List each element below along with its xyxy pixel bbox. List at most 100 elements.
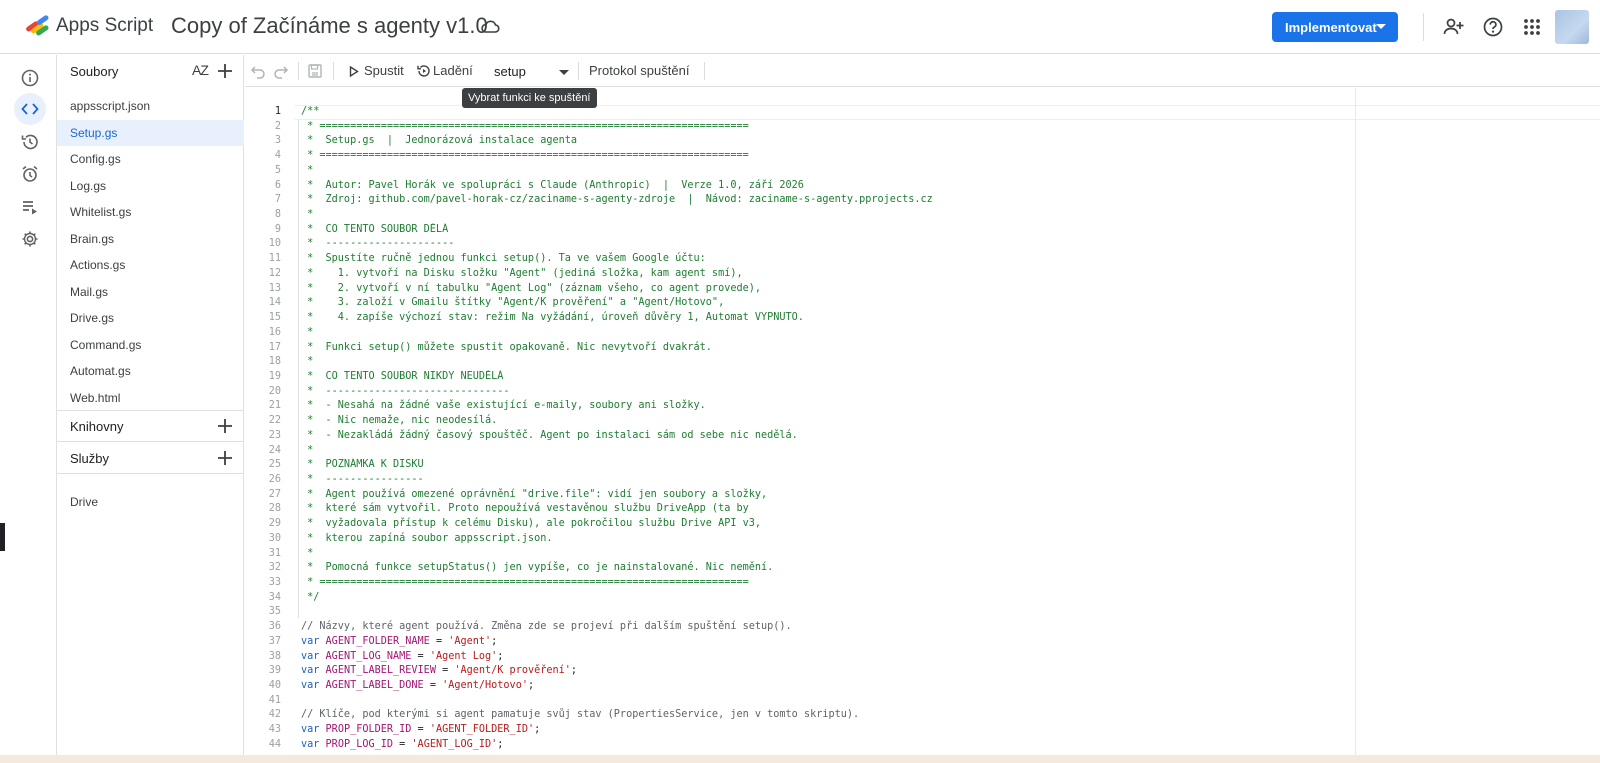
undo-icon[interactable] — [250, 63, 266, 79]
rail-triggers[interactable] — [14, 158, 46, 190]
code-line[interactable]: * CO TENTO SOUBOR NIKDY NEUDĚLÁ — [301, 370, 1581, 385]
file-item[interactable]: Brain.gs — [57, 226, 244, 253]
code-token: * Setup.gs | Jednorázová instalace agent… — [301, 135, 578, 147]
rail-versions[interactable] — [14, 126, 46, 158]
code-line[interactable]: * — [301, 326, 1581, 341]
code-line[interactable]: * Pomocná funkce setupStatus() jen vypíš… — [301, 561, 1581, 576]
code-line[interactable]: // Klíče, pod kterými si agent pamatuje … — [301, 708, 1581, 723]
project-title[interactable]: Copy of Začínáme s agenty v1.0 — [171, 13, 488, 39]
top-bar: Apps Script Copy of Začínáme s agenty v1… — [0, 0, 1600, 54]
code-line[interactable]: * ======================================… — [301, 576, 1581, 591]
code-line[interactable]: * — [301, 444, 1581, 459]
code-line[interactable]: * vyžadovala přístup k celému Disku), al… — [301, 517, 1581, 532]
code-token: * 2. vytvoří v ní tabulku "Agent Log" (z… — [301, 282, 762, 294]
run-button[interactable]: Spustit — [348, 63, 408, 81]
code-editor[interactable]: 1 2 3 4 5 6 7 8 9 10 11 12 13 14 15 16 17 18 19 20 21 22 23 24 2… — [245, 88, 1600, 763]
code-token: * 4. zapíše výchozí stav: režim Na vyžád… — [301, 312, 804, 324]
code-line[interactable]: * Autor: Pavel Horák ve spolupráci s Cla… — [301, 179, 1581, 194]
chevron-down-icon[interactable] — [1376, 24, 1386, 29]
code-token: AGENT_LABEL_REVIEW — [325, 665, 436, 677]
code-token: * — [301, 356, 314, 368]
code-line[interactable]: * Spustíte ručně jednou funkci setup(). … — [301, 252, 1581, 267]
app-name[interactable]: Apps Script — [56, 15, 153, 37]
file-item[interactable]: Log.gs — [57, 173, 244, 200]
code-line[interactable]: * POZNÁMKA K DISKU — [301, 458, 1581, 473]
rail-executions[interactable] — [14, 191, 46, 223]
code-line[interactable]: * ======================================… — [301, 120, 1581, 135]
file-item[interactable]: Web.html — [57, 385, 244, 412]
code-line[interactable]: * — [301, 547, 1581, 562]
code-line[interactable]: var PROP_FOLDER_ID = 'AGENT_FOLDER_ID'; — [301, 723, 1581, 738]
service-item-drive[interactable]: Drive — [70, 495, 98, 509]
code-line[interactable]: * kterou zapíná soubor appsscript.json. — [301, 532, 1581, 547]
add-service-icon[interactable] — [216, 449, 234, 467]
rail-settings[interactable] — [14, 223, 46, 255]
line-number: 37 — [268, 635, 281, 647]
divider — [57, 473, 244, 474]
file-item[interactable]: appsscript.json — [57, 93, 244, 120]
code-line[interactable]: * - Nic nemaže, nic neodesílá. — [301, 414, 1581, 429]
code-line[interactable]: * Funkci setup() můžete spustit opakovan… — [301, 341, 1581, 356]
code-line[interactable]: * ---------------- — [301, 473, 1581, 488]
code-line[interactable]: * ------------------------------ — [301, 385, 1581, 400]
code-line[interactable]: var AGENT_LABEL_DONE = 'Agent/Hotovo'; — [301, 679, 1581, 694]
line-number: 9 — [274, 223, 281, 235]
file-item[interactable]: Automat.gs — [57, 358, 244, 385]
code-line[interactable]: * Zdroj: github.com/pavel-horak-cz/zacin… — [301, 193, 1581, 208]
code-line[interactable]: * — [301, 208, 1581, 223]
code-lines[interactable]: /** * ==================================… — [301, 105, 1581, 753]
save-icon[interactable] — [307, 63, 323, 79]
code-line[interactable]: * Agent používá omezené oprávnění "drive… — [301, 488, 1581, 503]
rail-editor[interactable] — [14, 93, 46, 125]
account-avatar[interactable] — [1555, 10, 1589, 44]
add-file-icon[interactable] — [216, 62, 234, 80]
redo-icon[interactable] — [273, 63, 289, 79]
code-line[interactable]: */ — [301, 591, 1581, 606]
apps-script-logo-icon[interactable] — [24, 15, 52, 39]
file-item[interactable]: Mail.gs — [57, 279, 244, 306]
code-line[interactable]: var PROP_LOG_ID = 'AGENT_LOG_ID'; — [301, 738, 1581, 753]
file-item[interactable]: Actions.gs — [57, 252, 244, 279]
file-item[interactable]: Config.gs — [57, 146, 244, 173]
code-line[interactable]: * — [301, 355, 1581, 370]
code-line[interactable] — [301, 605, 1581, 620]
code-line[interactable]: * 4. zapíše výchozí stav: režim Na vyžád… — [301, 311, 1581, 326]
code-line[interactable]: * — [301, 164, 1581, 179]
vertical-scrollbar[interactable] — [1355, 88, 1356, 763]
code-line[interactable]: * - Nezakládá žádný časový spouštěč. Age… — [301, 429, 1581, 444]
apps-grid-icon[interactable] — [1521, 16, 1543, 38]
code-line[interactable]: // Názvy, které agent používá. Změna zde… — [301, 620, 1581, 635]
code-line[interactable]: * CO TENTO SOUBOR DĚLÁ — [301, 223, 1581, 238]
code-line[interactable]: * 3. založí v Gmailu štítky "Agent/K pro… — [301, 296, 1581, 311]
code-line[interactable]: var AGENT_FOLDER_NAME = 'Agent'; — [301, 635, 1581, 650]
side-tab-handle[interactable] — [0, 523, 5, 551]
code-line[interactable]: * - Nesahá na žádné vaše existující e-ma… — [301, 399, 1581, 414]
files-panel: Soubory AZ appsscript.json Setup.gs Config… — [57, 55, 244, 763]
file-item[interactable]: Drive.gs — [57, 305, 244, 332]
code-token: var — [301, 650, 326, 662]
code-line[interactable]: * 1. vytvoří na Disku složku "Agent" (je… — [301, 267, 1581, 282]
file-item[interactable]: Setup.gs — [57, 119, 244, 146]
history-icon — [21, 134, 38, 150]
code-line[interactable]: * ======================================… — [301, 149, 1581, 164]
deploy-button[interactable]: Implementovat — [1272, 12, 1398, 42]
add-library-icon[interactable] — [216, 417, 234, 435]
execution-log-button[interactable]: Protokol spuštění — [573, 63, 693, 81]
debug-button[interactable]: Ladění — [417, 63, 477, 81]
code-line[interactable]: var AGENT_LABEL_REVIEW = 'Agent/K prověř… — [301, 664, 1581, 679]
file-item[interactable]: Command.gs — [57, 332, 244, 359]
help-icon[interactable] — [1482, 16, 1504, 38]
code-line[interactable] — [301, 694, 1581, 709]
code-line[interactable]: * které sám vytvořil. Proto nepoužívá ve… — [301, 502, 1581, 517]
code-line[interactable]: var AGENT_LOG_NAME = 'Agent Log'; — [301, 650, 1581, 665]
file-item[interactable]: Whitelist.gs — [57, 199, 244, 226]
sort-az-icon[interactable]: AZ — [192, 62, 209, 78]
rail-overview[interactable] — [14, 62, 46, 94]
code-line[interactable]: * Setup.gs | Jednorázová instalace agent… — [301, 134, 1581, 149]
code-line[interactable]: * --------------------- — [301, 237, 1581, 252]
code-line[interactable]: * 2. vytvoří v ní tabulku "Agent Log" (z… — [301, 282, 1581, 297]
function-select[interactable]: setup — [494, 61, 572, 83]
line-number-gutter: 1 2 3 4 5 6 7 8 9 10 11 12 13 14 15 16 17 18 19 20 21 22 23 24 2… — [245, 105, 281, 753]
share-icon[interactable] — [1443, 16, 1465, 38]
libraries-header: Knihovny — [57, 410, 244, 442]
